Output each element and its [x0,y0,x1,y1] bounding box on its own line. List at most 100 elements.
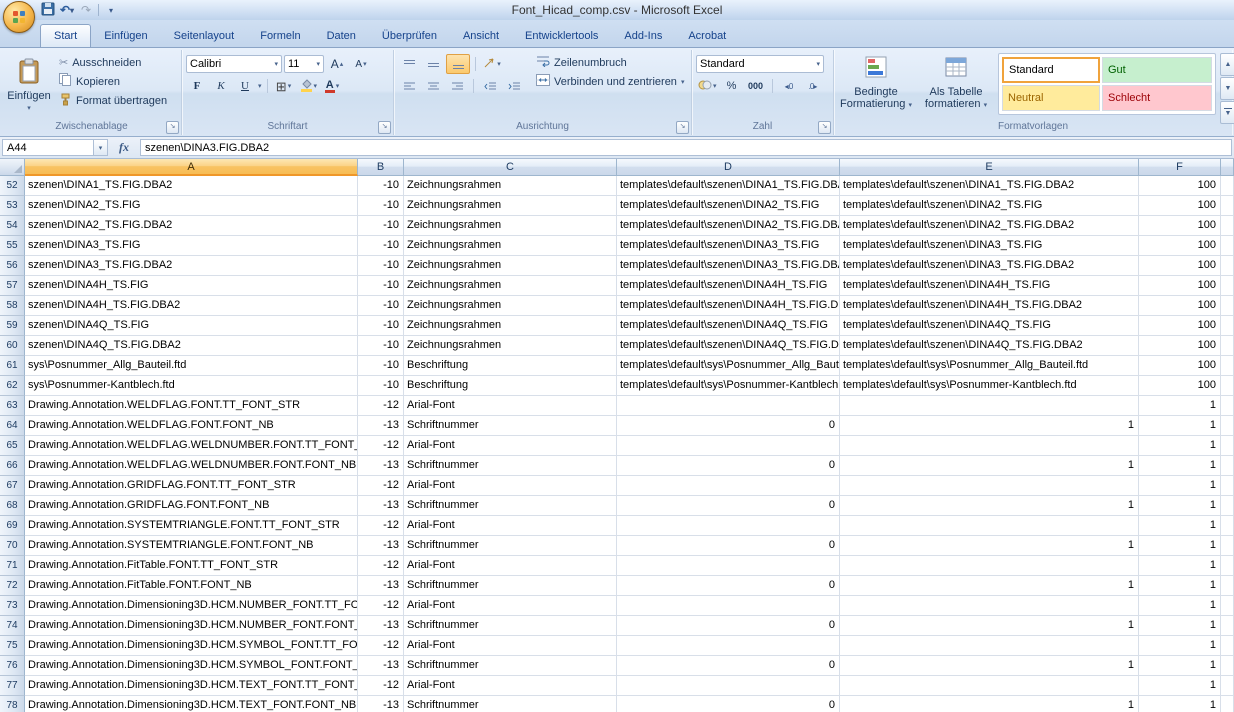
cell[interactable] [1221,416,1234,436]
cell[interactable]: 1 [1139,536,1221,556]
cell[interactable] [840,596,1139,616]
cell[interactable]: -12 [358,676,404,696]
row-header[interactable]: 72 [0,576,25,596]
cell[interactable] [617,516,840,536]
tab-acrobat[interactable]: Acrobat [675,26,739,47]
cell[interactable]: Schriftnummer [404,496,617,516]
cell[interactable]: 1 [1139,616,1221,636]
cell[interactable]: Schriftnummer [404,616,617,636]
cell[interactable]: templates\default\szenen\DINA4Q_TS.FIG.D… [617,336,840,356]
redo-button[interactable]: ↷ [78,2,94,18]
formula-input[interactable]: szenen\DINA3.FIG.DBA2 [140,139,1232,156]
cell[interactable]: Zeichnungsrahmen [404,256,617,276]
row-header[interactable]: 59 [0,316,25,336]
cell[interactable]: 1 [840,616,1139,636]
cell[interactable]: 1 [1139,656,1221,676]
cell[interactable]: Arial-Font [404,676,617,696]
cell[interactable]: Zeichnungsrahmen [404,336,617,356]
row-header[interactable]: 54 [0,216,25,236]
align-right-button[interactable] [446,77,468,95]
cell[interactable]: 0 [617,536,840,556]
cell[interactable]: templates\default\sys\Posnummer-Kantblec… [617,376,840,396]
cell[interactable]: Drawing.Annotation.Dimensioning3D.HCM.TE… [25,676,358,696]
paste-button[interactable]: Einfügen ▾ [6,53,52,117]
bold-button[interactable]: F [186,77,208,95]
column-header-B[interactable]: B [358,159,404,176]
cell[interactable]: Drawing.Annotation.Dimensioning3D.HCM.TE… [25,696,358,712]
column-header-E[interactable]: E [840,159,1139,176]
cell[interactable] [1221,536,1234,556]
cell[interactable]: 1 [1139,576,1221,596]
cell[interactable]: -10 [358,236,404,256]
comma-style-button[interactable]: 000 [745,77,767,95]
cell[interactable]: Beschriftung [404,376,617,396]
cell[interactable]: Arial-Font [404,556,617,576]
tab-start[interactable]: Start [40,24,91,47]
cell[interactable]: -10 [358,276,404,296]
cell[interactable]: Arial-Font [404,636,617,656]
cell[interactable]: sys\Posnummer-Kantblech.ftd [25,376,358,396]
cell[interactable]: 1 [1139,496,1221,516]
cell[interactable] [840,556,1139,576]
dialog-launcher-icon[interactable]: ↘ [166,121,179,134]
cell[interactable] [840,476,1139,496]
cell[interactable]: szenen\DINA2_TS.FIG.DBA2 [25,216,358,236]
increase-decimal-button[interactable]: ◂.0 [778,77,800,95]
cell[interactable] [1221,196,1234,216]
cell[interactable]: 1 [840,496,1139,516]
cell[interactable]: -10 [358,176,404,196]
cell[interactable]: templates\default\szenen\DINA3_TS.FIG.DB… [840,256,1139,276]
cell[interactable]: 1 [1139,456,1221,476]
cell[interactable]: -12 [358,636,404,656]
cell[interactable] [1221,256,1234,276]
cell[interactable]: 0 [617,616,840,636]
save-button[interactable] [40,2,56,18]
cell[interactable] [1221,396,1234,416]
cell[interactable]: -13 [358,656,404,676]
cell[interactable]: 100 [1139,256,1221,276]
cell[interactable] [1221,236,1234,256]
tab-ansicht[interactable]: Ansicht [450,26,512,47]
cell[interactable]: Schriftnummer [404,536,617,556]
cell[interactable]: templates\default\szenen\DINA2_TS.FIG.DB… [617,216,840,236]
cell[interactable]: Zeichnungsrahmen [404,276,617,296]
cell[interactable] [1221,556,1234,576]
row-header[interactable]: 65 [0,436,25,456]
cell[interactable]: -13 [358,576,404,596]
cell[interactable] [1221,336,1234,356]
cell[interactable]: 1 [840,656,1139,676]
cell[interactable]: Arial-Font [404,516,617,536]
cell[interactable]: Arial-Font [404,396,617,416]
cell[interactable]: 1 [1139,696,1221,712]
cell[interactable]: templates\default\szenen\DINA4H_TS.FIG.D… [617,296,840,316]
row-header[interactable]: 71 [0,556,25,576]
format-as-table-button[interactable]: Als Tabelle formatieren ▾ [918,53,994,119]
row-header[interactable]: 76 [0,656,25,676]
cell[interactable]: Arial-Font [404,596,617,616]
column-header-C[interactable]: C [404,159,617,176]
cell[interactable]: Zeichnungsrahmen [404,216,617,236]
cell[interactable]: szenen\DINA4H_TS.FIG.DBA2 [25,296,358,316]
cell[interactable]: -12 [358,596,404,616]
cell[interactable]: szenen\DINA4Q_TS.FIG [25,316,358,336]
cell[interactable] [840,436,1139,456]
cell[interactable]: templates\default\szenen\DINA4H_TS.FIG [617,276,840,296]
cell[interactable]: templates\default\sys\Posnummer_Allg_Bau… [840,356,1139,376]
column-header-partial[interactable] [1221,159,1234,176]
cell[interactable]: templates\default\sys\Posnummer_Allg_Bau… [617,356,840,376]
cell[interactable]: 1 [1139,416,1221,436]
align-middle-button[interactable] [422,55,444,73]
cell[interactable]: templates\default\szenen\DINA3_TS.FIG [840,236,1139,256]
row-header[interactable]: 60 [0,336,25,356]
cell[interactable]: szenen\DINA3_TS.FIG [25,236,358,256]
cell[interactable] [840,396,1139,416]
row-header[interactable]: 52 [0,176,25,196]
cell[interactable] [1221,176,1234,196]
cell[interactable]: templates\default\szenen\DINA2_TS.FIG [840,196,1139,216]
cell[interactable] [840,676,1139,696]
cut-button[interactable]: ✂ Ausschneiden [56,53,170,72]
cell[interactable]: -10 [358,296,404,316]
cell[interactable]: -10 [358,316,404,336]
cell[interactable]: -13 [358,616,404,636]
cell[interactable]: -12 [358,476,404,496]
